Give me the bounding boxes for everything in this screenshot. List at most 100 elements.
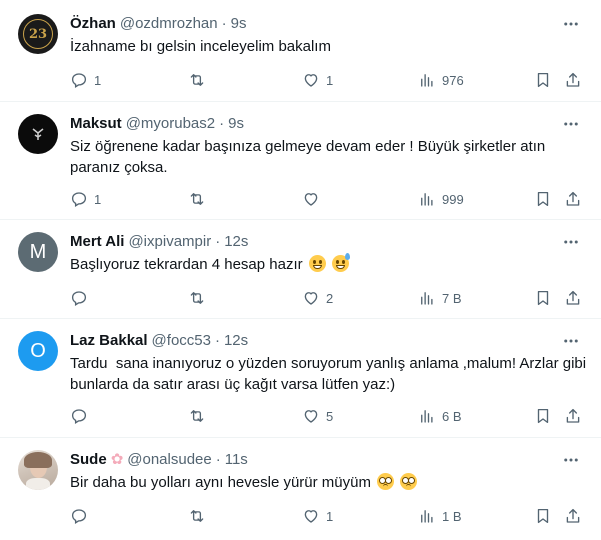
display-name[interactable]: Maksut — [70, 114, 122, 134]
tweet[interactable]: O Laz Bakkal @focc53 · 12s Tardu sana in… — [0, 319, 601, 438]
pleading-face-icon — [377, 473, 395, 490]
tweet-header: Özhan @ozdmrozhan · 9s — [70, 14, 587, 34]
avatar[interactable]: O — [18, 331, 58, 371]
more-options-button[interactable] — [559, 112, 583, 136]
user-handle[interactable]: @onalsudee — [127, 450, 211, 470]
retweet-icon — [190, 410, 204, 422]
tweet-text-row: Bir daha bu yolları aynı hevesle yürür m… — [70, 472, 587, 493]
avatar[interactable] — [18, 450, 58, 490]
separator-dot: · — [221, 15, 227, 32]
timestamp[interactable]: 12s — [224, 232, 248, 252]
retweet-button[interactable] — [188, 188, 212, 210]
display-name[interactable]: Özhan — [70, 14, 116, 34]
reply-button[interactable]: 1 — [70, 69, 101, 91]
like-button[interactable]: 1 — [302, 505, 333, 527]
retweet-icon — [190, 292, 204, 304]
retweet-button[interactable] — [188, 69, 212, 91]
more-icon — [564, 22, 578, 26]
retweet-button[interactable] — [188, 405, 212, 427]
user-handle[interactable]: @ixpivampir — [128, 232, 211, 252]
reply-icon — [71, 291, 87, 306]
view-count: 976 — [442, 72, 464, 88]
user-handle[interactable]: @focc53 — [152, 331, 211, 351]
user-handle[interactable]: @myorubas2 — [126, 114, 215, 134]
display-name[interactable]: Laz Bakkal — [70, 331, 148, 351]
separator-dot: · — [215, 233, 221, 250]
tweet[interactable]: Maksut @myorubas2 · 9s Siz öğrenene kada… — [0, 102, 601, 220]
timestamp[interactable]: 9s — [228, 114, 244, 134]
reply-button[interactable] — [70, 287, 94, 309]
tweet-text: Siz öğrenene kadar başınıza gelmeye deva… — [70, 138, 546, 176]
more-options-button[interactable] — [559, 230, 583, 254]
reply-button[interactable] — [70, 405, 94, 427]
reply-icon — [71, 192, 87, 207]
tweet-text: Bir daha bu yolları aynı hevesle yürür m… — [70, 474, 371, 491]
avatar[interactable]: 23 — [18, 14, 58, 54]
share-button[interactable] — [564, 405, 582, 427]
like-button[interactable]: 5 — [302, 405, 333, 427]
heart-icon — [304, 292, 318, 305]
share-icon — [566, 408, 580, 423]
views-button[interactable]: 6 B — [418, 405, 462, 427]
heart-icon — [304, 193, 318, 206]
bookmark-button[interactable] — [534, 188, 552, 210]
more-icon — [564, 339, 578, 343]
like-button[interactable]: 1 — [302, 69, 333, 91]
views-icon — [421, 74, 433, 87]
retweet-button[interactable] — [188, 287, 212, 309]
bookmark-button[interactable] — [534, 505, 552, 527]
share-icon — [566, 191, 580, 206]
tweet[interactable]: 23 Özhan @ozdmrozhan · 9s İzahname bı ge… — [0, 0, 601, 102]
share-button[interactable] — [564, 188, 582, 210]
avatar[interactable] — [18, 114, 58, 154]
bookmark-icon — [537, 408, 549, 424]
tweet-text: Başlıyoruz tekrardan 4 hesap hazır — [70, 256, 303, 273]
like-button[interactable]: 2 — [302, 287, 333, 309]
reply-button[interactable] — [70, 505, 94, 527]
share-button[interactable] — [564, 505, 582, 527]
more-options-button[interactable] — [559, 448, 583, 472]
display-name[interactable]: Sude — [70, 450, 107, 470]
user-handle[interactable]: @ozdmrozhan — [120, 14, 218, 34]
views-button[interactable]: 1 B — [418, 505, 462, 527]
share-button[interactable] — [564, 69, 582, 91]
like-button[interactable] — [302, 188, 326, 210]
timestamp[interactable]: 9s — [231, 14, 247, 34]
retweet-button[interactable] — [188, 505, 212, 527]
share-button[interactable] — [564, 287, 582, 309]
tweet-header: Laz Bakkal @focc53 · 12s — [70, 331, 587, 351]
bookmark-icon — [537, 191, 549, 207]
tweet[interactable]: Sude ✿ @onalsudee · 11s Bir daha bu yoll… — [0, 438, 601, 540]
views-button[interactable]: 7 B — [418, 287, 462, 309]
views-button[interactable]: 976 — [418, 69, 464, 91]
like-count: 5 — [326, 408, 334, 424]
tweet-header: Sude ✿ @onalsudee · 11s — [70, 450, 587, 470]
like-count: 2 — [326, 290, 334, 306]
views-button[interactable]: 999 — [418, 188, 464, 210]
bookmark-icon — [537, 290, 549, 306]
reply-count: 1 — [94, 191, 102, 207]
share-icon — [566, 72, 580, 87]
separator-dot: · — [214, 332, 220, 349]
avatar-label: 23 — [28, 26, 48, 42]
avatar[interactable]: M — [18, 232, 58, 272]
bookmark-button[interactable] — [534, 405, 552, 427]
more-icon — [564, 122, 578, 126]
more-options-button[interactable] — [559, 329, 583, 353]
separator-dot: · — [215, 451, 221, 468]
view-count: 1 B — [442, 508, 462, 524]
timestamp[interactable]: 11s — [225, 450, 248, 470]
tweet-header: Maksut @myorubas2 · 9s — [70, 114, 587, 134]
tweet-feed: 23 Özhan @ozdmrozhan · 9s İzahname bı ge… — [0, 0, 601, 540]
view-count: 6 B — [442, 408, 462, 424]
reply-button[interactable]: 1 — [70, 188, 101, 210]
tweet[interactable]: M Mert Ali @ixpivampir · 12s Başlıyoruz … — [0, 220, 601, 319]
timestamp[interactable]: 12s — [224, 331, 248, 351]
avatar-label: M — [29, 240, 47, 263]
bookmark-button[interactable] — [534, 287, 552, 309]
heart-icon — [304, 410, 318, 423]
more-options-button[interactable] — [559, 12, 583, 36]
bookmark-button[interactable] — [534, 69, 552, 91]
retweet-icon — [190, 74, 204, 86]
display-name[interactable]: Mert Ali — [70, 232, 124, 252]
